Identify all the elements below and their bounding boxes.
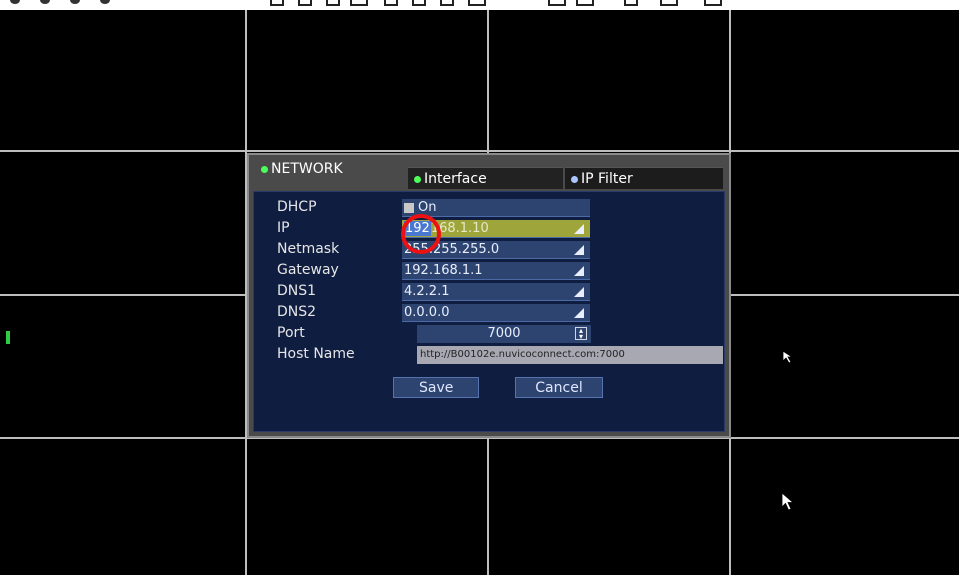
settings-panel: DHCP IP Netmask Gateway DNS1 DNS2 Port H… — [253, 191, 725, 432]
edit-corner-icon — [574, 224, 584, 234]
active-dot-icon — [414, 175, 421, 183]
spinner-icon[interactable]: ▴ ▾ — [575, 327, 587, 341]
window-icon[interactable] — [660, 0, 678, 6]
channel-indicator — [6, 331, 10, 344]
dns2-input[interactable]: 0.0.0.0 — [402, 304, 590, 322]
gateway-value: 192.168.1.1 — [404, 263, 483, 278]
window-icon[interactable] — [384, 0, 398, 6]
network-section-title: NETWORK — [261, 161, 343, 177]
dns2-label: DNS2 — [277, 304, 317, 320]
tab-ip-filter-label: IP Filter — [581, 171, 633, 187]
dot-icon[interactable] — [10, 0, 20, 4]
gateway-input[interactable]: 192.168.1.1 — [402, 262, 590, 280]
window-icon[interactable] — [350, 0, 368, 6]
window-icon[interactable] — [468, 0, 486, 6]
network-settings-dialog: NETWORK Interface IP Filter DHCP IP Netm… — [247, 153, 731, 438]
port-value: 7000 — [487, 326, 521, 341]
grid-divider — [0, 150, 959, 152]
dns1-input[interactable]: 4.2.2.1 — [402, 283, 590, 301]
dns1-value: 4.2.2.1 — [404, 284, 450, 299]
window-icon[interactable] — [326, 0, 340, 6]
port-label: Port — [277, 325, 305, 341]
ip-label: IP — [277, 220, 290, 236]
window-icon[interactable] — [624, 0, 638, 6]
window-icon[interactable] — [576, 0, 594, 6]
checkbox-icon[interactable] — [404, 202, 414, 213]
window-icon[interactable] — [270, 0, 284, 6]
save-button[interactable]: Save — [393, 377, 479, 398]
window-icon[interactable] — [440, 0, 454, 6]
port-stepper[interactable]: 7000 ▴ ▾ — [417, 325, 591, 343]
dot-icon[interactable] — [100, 0, 110, 4]
window-icon[interactable] — [412, 0, 426, 6]
gateway-label: Gateway — [277, 262, 339, 278]
status-dot-icon — [261, 165, 268, 173]
tab-interface-label: Interface — [424, 171, 487, 187]
network-title-label: NETWORK — [271, 161, 343, 177]
dns2-value: 0.0.0.0 — [404, 305, 450, 320]
window-icon[interactable] — [298, 0, 312, 6]
window-icon[interactable] — [704, 0, 722, 6]
edit-corner-icon — [574, 266, 584, 276]
tab-ip-filter[interactable]: IP Filter — [565, 167, 723, 189]
tab-interface[interactable]: Interface — [408, 167, 563, 189]
cancel-button[interactable]: Cancel — [515, 377, 603, 398]
host-name-input[interactable]: http://B00102e.nuvicoconnect.com:7000 — [417, 346, 723, 364]
inactive-dot-icon — [571, 175, 578, 183]
dhcp-checkbox-field[interactable]: On — [402, 199, 590, 217]
host-name-value: http://B00102e.nuvicoconnect.com:7000 — [420, 349, 625, 360]
cursor-icon — [782, 350, 794, 364]
cursor-icon — [781, 492, 795, 511]
dot-icon[interactable] — [70, 0, 80, 4]
netmask-label: Netmask — [277, 241, 340, 257]
dot-icon[interactable] — [40, 0, 50, 4]
edit-corner-icon — [574, 287, 584, 297]
host-name-label: Host Name — [277, 346, 355, 362]
dhcp-value: On — [418, 200, 437, 215]
edit-corner-icon — [574, 308, 584, 318]
top-toolbar — [0, 0, 959, 10]
edit-corner-icon — [574, 245, 584, 255]
highlight-circle — [401, 214, 441, 254]
window-icon[interactable] — [548, 0, 566, 6]
dhcp-label: DHCP — [277, 199, 317, 215]
dns1-label: DNS1 — [277, 283, 317, 299]
